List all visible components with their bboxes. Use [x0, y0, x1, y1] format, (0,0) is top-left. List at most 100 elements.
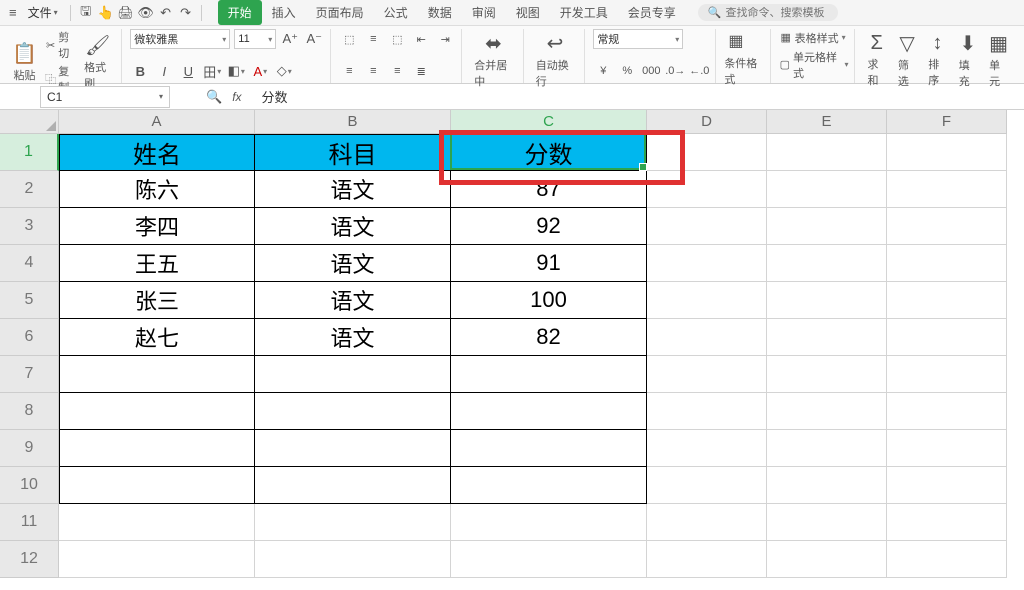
tab-member[interactable]: 会员专享	[618, 0, 686, 25]
row-header-3[interactable]: 3	[0, 208, 59, 245]
cell-B1[interactable]: 科目	[255, 134, 451, 171]
indent-decrease-button[interactable]: ⇤	[411, 29, 431, 49]
cell-C11[interactable]	[451, 504, 647, 541]
format-painter-button[interactable]: 🖌 格式刷	[80, 31, 115, 93]
table-style-button[interactable]: ▦表格样式▾	[779, 30, 849, 46]
fx-label[interactable]: fx	[232, 90, 241, 104]
cell-D8[interactable]	[647, 393, 767, 430]
column-header-F[interactable]: F	[887, 110, 1007, 134]
cell-E12[interactable]	[767, 541, 887, 578]
undo-icon[interactable]: ↶	[157, 4, 175, 22]
cell-F4[interactable]	[887, 245, 1007, 282]
filter-button[interactable]: ▽筛选	[894, 29, 920, 91]
cell-A11[interactable]	[59, 504, 255, 541]
print-icon[interactable]: 🖨	[117, 4, 135, 22]
formula-value[interactable]: 分数	[262, 87, 288, 106]
name-box[interactable]: C1 ▾	[40, 86, 170, 108]
row-header-11[interactable]: 11	[0, 504, 59, 541]
cell-B3[interactable]: 语文	[255, 208, 451, 245]
sum-button[interactable]: Σ求和	[863, 30, 889, 90]
cell-A9[interactable]	[59, 430, 255, 467]
cell-D12[interactable]	[647, 541, 767, 578]
column-header-B[interactable]: B	[255, 110, 451, 134]
row-header-8[interactable]: 8	[0, 393, 59, 430]
cell-C3[interactable]: 92	[451, 208, 647, 245]
align-bottom-button[interactable]: ⬚	[387, 29, 407, 49]
cell-B9[interactable]	[255, 430, 451, 467]
indent-increase-button[interactable]: ⇥	[435, 29, 455, 49]
font-size-select[interactable]: 11▾	[234, 29, 276, 49]
cell-D7[interactable]	[647, 356, 767, 393]
cell-D6[interactable]	[647, 319, 767, 356]
cells-grid[interactable]: 姓名科目分数陈六语文87李四语文92王五语文91张三语文100赵七语文82	[59, 134, 1007, 578]
cell-D11[interactable]	[647, 504, 767, 541]
row-header-10[interactable]: 10	[0, 467, 59, 504]
cell-C10[interactable]	[451, 467, 647, 504]
cell-F1[interactable]	[887, 134, 1007, 171]
column-header-A[interactable]: A	[59, 110, 255, 134]
tab-start[interactable]: 开始	[218, 0, 262, 25]
cell-F3[interactable]	[887, 208, 1007, 245]
redo-icon[interactable]: ↷	[177, 4, 195, 22]
cell-B12[interactable]	[255, 541, 451, 578]
save-as-icon[interactable]: 👆	[97, 4, 115, 22]
cell-F10[interactable]	[887, 467, 1007, 504]
align-left-button[interactable]: ≡	[339, 61, 359, 81]
cell-E2[interactable]	[767, 171, 887, 208]
justify-button[interactable]: ≣	[411, 61, 431, 81]
column-header-C[interactable]: C	[451, 110, 647, 134]
paste-button[interactable]: 📋 粘贴	[8, 39, 41, 85]
tab-data[interactable]: 数据	[418, 0, 462, 25]
cell-F12[interactable]	[887, 541, 1007, 578]
merge-center-button[interactable]: ⬌合并居中	[470, 29, 517, 91]
cell-E8[interactable]	[767, 393, 887, 430]
align-top-button[interactable]: ⬚	[339, 29, 359, 49]
print-preview-icon[interactable]: 👁	[137, 4, 155, 22]
cell-F6[interactable]	[887, 319, 1007, 356]
decrease-font-button[interactable]: A⁻	[304, 29, 324, 49]
cell-E6[interactable]	[767, 319, 887, 356]
search-input[interactable]	[725, 7, 825, 19]
row-header-7[interactable]: 7	[0, 356, 59, 393]
row-header-12[interactable]: 12	[0, 541, 59, 578]
select-all-corner[interactable]	[0, 110, 59, 134]
cell-D5[interactable]	[647, 282, 767, 319]
tab-formula[interactable]: 公式	[374, 0, 418, 25]
row-header-1[interactable]: 1	[0, 134, 59, 171]
border-button[interactable]: 田▾	[202, 61, 222, 81]
cell-B6[interactable]: 语文	[255, 319, 451, 356]
cell-C6[interactable]: 82	[451, 319, 647, 356]
clear-format-button[interactable]: ◇▾	[274, 61, 294, 81]
cell-E5[interactable]	[767, 282, 887, 319]
increase-font-button[interactable]: A⁺	[280, 29, 300, 49]
row-header-4[interactable]: 4	[0, 245, 59, 282]
cell-C4[interactable]: 91	[451, 245, 647, 282]
cell-B5[interactable]: 语文	[255, 282, 451, 319]
font-color-button[interactable]: A▾	[250, 61, 270, 81]
cell-E9[interactable]	[767, 430, 887, 467]
cell-C12[interactable]	[451, 541, 647, 578]
fill-color-button[interactable]: ◧▾	[226, 61, 246, 81]
cell-F9[interactable]	[887, 430, 1007, 467]
cell-C8[interactable]	[451, 393, 647, 430]
command-search[interactable]: 🔍	[698, 4, 838, 21]
increase-decimal-button[interactable]: .0→	[665, 61, 685, 81]
cell-C9[interactable]	[451, 430, 647, 467]
cell-B7[interactable]	[255, 356, 451, 393]
save-icon[interactable]: 🖫	[77, 4, 95, 22]
row-header-6[interactable]: 6	[0, 319, 59, 356]
cut-button[interactable]: ✂剪切	[45, 29, 76, 61]
cell-E3[interactable]	[767, 208, 887, 245]
cell-E7[interactable]	[767, 356, 887, 393]
cell-F7[interactable]	[887, 356, 1007, 393]
align-center-button[interactable]: ≡	[363, 61, 383, 81]
cell-D2[interactable]	[647, 171, 767, 208]
cell-C2[interactable]: 87	[451, 171, 647, 208]
conditional-format-button[interactable]: ▦	[724, 29, 747, 53]
cell-E1[interactable]	[767, 134, 887, 171]
align-right-button[interactable]: ≡	[387, 61, 407, 81]
cell-B10[interactable]	[255, 467, 451, 504]
cell-E4[interactable]	[767, 245, 887, 282]
hamburger-icon[interactable]: ≡	[6, 5, 20, 20]
cell-B2[interactable]: 语文	[255, 171, 451, 208]
